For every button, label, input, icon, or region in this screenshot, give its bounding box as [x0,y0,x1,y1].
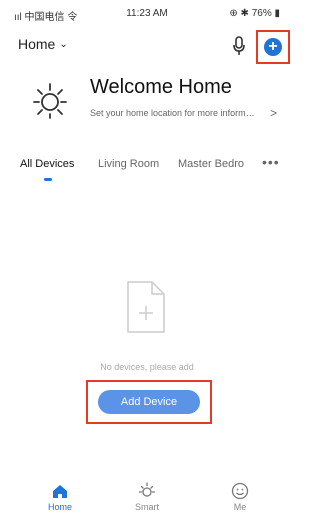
welcome-banner[interactable]: Welcome Home Set your home location for … [0,72,294,132]
smiley-icon [231,482,249,500]
add-device-highlight: Add Device [86,380,212,424]
top-header: Home ⌄ + [0,30,294,64]
sun-icon [33,83,67,119]
home-label: Home [18,36,56,52]
bottom-tab-smart[interactable]: Smart [117,482,177,512]
plus-circle-icon[interactable]: + [264,38,282,56]
add-device-button[interactable]: Add Device [98,390,200,414]
bottom-tab-home[interactable]: Home [30,482,90,512]
room-tabs: All Devices Living Room Master Bedro ••• [0,150,294,186]
welcome-title: Welcome Home [90,76,232,98]
sun-icon [138,482,156,497]
tab-all-devices[interactable]: All Devices [20,158,74,170]
chevron-down-icon: ⌄ [59,39,68,50]
home-selector[interactable]: Home ⌄ [18,36,68,52]
tab-living-room[interactable]: Living Room [98,158,159,170]
bottom-tab-label: Me [233,502,247,512]
bottom-tab-label: Home [47,502,72,512]
welcome-subtitle: Set your home location for more informa.… [90,108,258,118]
bottom-tab-me[interactable]: Me [210,482,270,512]
add-button-highlight: + [256,30,290,64]
status-right-icons: ⊕ ✱ 76% ▮ [229,8,280,19]
chevron-right-icon: > [270,106,278,120]
bottom-tab-bar: Home Smart Me [0,482,294,525]
empty-state-text: No devices, please add [100,362,194,372]
tab-master-bedroom[interactable]: Master Bedro [178,158,244,170]
more-icon[interactable]: ••• [262,154,280,170]
active-tab-indicator [44,178,52,181]
home-icon [53,485,67,498]
bottom-tab-label: Smart [134,502,159,512]
status-bar: ııl 中国电信 令 11:23 AM ⊕ ✱ 76% ▮ [0,0,294,28]
add-file-icon [127,281,165,333]
microphone-icon[interactable] [232,36,246,56]
